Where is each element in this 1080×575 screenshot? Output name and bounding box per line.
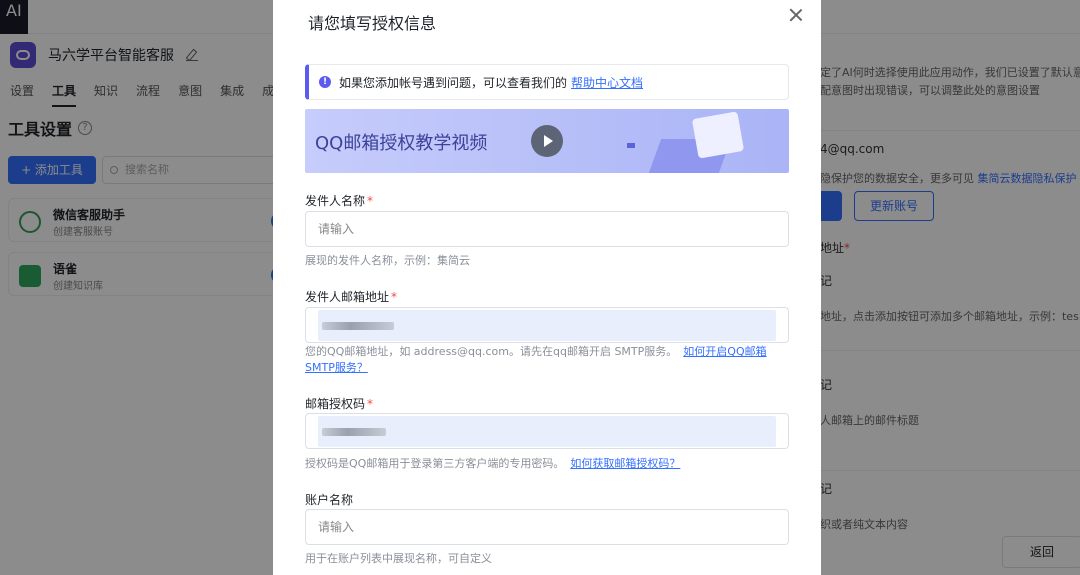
account-name-placeholder: 请输入 (318, 520, 355, 534)
redacted-value (322, 428, 386, 436)
auth-code-label-text: 邮箱授权码 (305, 397, 366, 411)
sender-name-label: 发件人名称 * (305, 192, 373, 209)
auth-code-label: 邮箱授权码 * (305, 395, 373, 412)
sender-name-help-text: 展现的发件人名称，示例：集简云 (305, 254, 470, 267)
auth-code-help-link[interactable]: 如何获取邮箱授权码？ (570, 457, 680, 470)
sender-email-input[interactable] (305, 307, 789, 343)
sender-name-label-text: 发件人名称 (305, 194, 366, 208)
help-center-link[interactable]: 帮助中心文档 (571, 74, 643, 91)
auth-code-help: 授权码是QQ邮箱用于登录第三方客户端的专用密码。 如何获取邮箱授权码？ (305, 456, 789, 472)
auth-code-input[interactable] (305, 413, 789, 449)
paper-scroll-icon (691, 111, 745, 159)
required-mark: * (367, 397, 374, 411)
sender-email-help: 您的QQ邮箱地址，如 address@qq.com。请先在qq邮箱开启 SMTP… (305, 344, 789, 376)
account-name-label: 账户名称 (305, 491, 353, 508)
account-name-help: 用于在账户列表中展现名称，可自定义 (305, 551, 789, 567)
sender-name-input[interactable]: 请输入 (305, 211, 789, 247)
account-name-help-text: 用于在账户列表中展现名称，可自定义 (305, 552, 492, 565)
tutorial-video-banner[interactable]: QQ邮箱授权教学视频 (305, 109, 789, 173)
sender-name-placeholder: 请输入 (318, 222, 355, 236)
auth-code-help-text: 授权码是QQ邮箱用于登录第三方客户端的专用密码。 (305, 457, 565, 470)
notice-text: 如果您添加帐号遇到问题，可以查看我们的 (339, 75, 568, 90)
autofill-highlight (318, 416, 776, 447)
required-mark: * (367, 194, 374, 208)
sender-email-label-text: 发件人邮箱地址 (305, 290, 390, 304)
close-icon[interactable] (788, 7, 804, 23)
required-mark: * (391, 290, 398, 304)
sender-email-label: 发件人邮箱地址 * (305, 288, 397, 305)
help-notice: ! 如果您添加帐号遇到问题，可以查看我们的 帮助中心文档 (305, 64, 789, 100)
account-name-label-text: 账户名称 (305, 493, 354, 507)
auth-modal: 请您填写授权信息 ! 如果您添加帐号遇到问题，可以查看我们的 帮助中心文档 QQ… (273, 0, 821, 575)
play-icon[interactable] (531, 125, 563, 157)
redacted-value (322, 322, 394, 330)
sender-email-help-text: 您的QQ邮箱地址，如 address@qq.com。请先在qq邮箱开启 SMTP… (305, 345, 678, 358)
info-icon: ! (319, 76, 331, 88)
banner-title: QQ邮箱授权教学视频 (315, 133, 488, 154)
account-name-input[interactable]: 请输入 (305, 509, 789, 545)
sender-name-help: 展现的发件人名称，示例：集简云 (305, 253, 789, 269)
decoration (627, 143, 635, 148)
modal-title: 请您填写授权信息 (308, 14, 437, 33)
